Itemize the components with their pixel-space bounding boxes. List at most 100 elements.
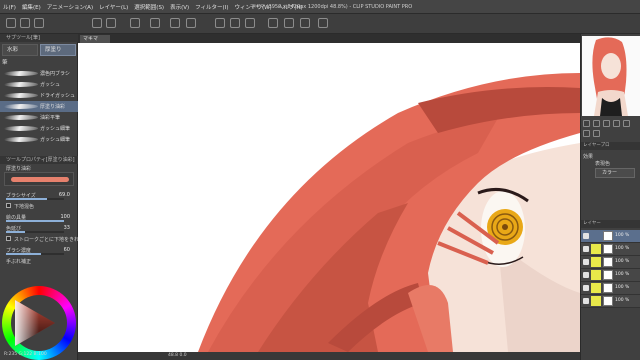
property-label: 手ぶれ補正 [6,259,32,265]
flip-h-icon[interactable] [583,130,590,137]
menu-item[interactable]: アニメーション(A) [44,3,96,11]
layer-name: 100 % [615,233,630,238]
actual-size-icon[interactable] [613,120,620,127]
window-title: マキマ (3950 x 6420px 1200dpi 48.8%) - CLIP… [250,4,413,10]
property-row[interactable]: ストロークごとに下地をきれいにする [0,234,99,245]
navigator-thumbnail[interactable] [582,36,640,116]
brush-item[interactable]: ドライガッシュ [0,90,78,101]
property-slider[interactable] [6,231,64,233]
eye-icon[interactable] [583,298,589,304]
brush-stroke-icon [3,115,39,120]
property-slider[interactable] [6,220,64,222]
special-ruler-snap-icon[interactable] [284,18,294,28]
fill-icon[interactable] [170,18,180,28]
open-file-icon[interactable] [20,18,30,28]
drawing-canvas[interactable] [78,43,580,352]
layer-thumbnail [603,270,613,280]
tab-thick-paint[interactable]: 厚塗り [40,44,76,56]
menu-item[interactable]: 表示(V) [167,3,192,11]
property-row[interactable]: 手ぶれ補正 [0,256,78,267]
deselect-icon[interactable] [230,18,240,28]
rotate-icon[interactable] [623,120,630,127]
left-panel: サブツール[筆] 水彩 厚塗り 筆 濃色円ブラシ ガッシュ ドライガッシュ厚塗り油彩… [0,34,99,360]
layer-row[interactable]: 100 % [581,269,640,282]
layer-row[interactable]: 100 % [581,295,640,308]
property-row[interactable]: 下地混色 [0,201,78,212]
ruler-snap-icon[interactable] [268,18,278,28]
brush-item[interactable]: 油彩平筆 [0,112,78,123]
menu-item[interactable]: 編集(E) [19,3,44,11]
eye-icon[interactable] [583,285,589,291]
brush-label: 油彩平筆 [40,115,61,121]
eye-icon[interactable] [583,272,589,278]
brush-stroke-icon [3,71,39,76]
layer-thumbnail [603,244,613,254]
property-slider[interactable] [6,253,64,255]
brush-item[interactable]: 濃色円ブラシ [0,68,78,79]
artwork [198,73,580,352]
property-row[interactable]: ブラシサイズ 69.0 [0,190,78,201]
status-bar: 48.8 0.0 [78,352,580,360]
property-checkbox[interactable] [6,203,11,208]
property-row[interactable]: 色延び 33 [0,223,78,234]
save-icon[interactable] [34,18,44,28]
eye-icon[interactable] [583,259,589,265]
tab-watercolor[interactable]: 水彩 [2,44,38,56]
layer-name: 100 % [615,272,630,277]
new-file-icon[interactable] [6,18,16,28]
zoom-in-icon[interactable] [593,120,600,127]
layer-row[interactable]: 100 % [581,243,640,256]
brush-label: ガッシュ細筆 [40,126,71,132]
eye-pupil [502,224,508,230]
invert-selection-icon[interactable] [245,18,255,28]
sub-tool-header: サブツール[筆] [0,34,78,42]
property-slider[interactable] [6,198,64,200]
brush-label: 厚塗り油彩 [40,104,66,110]
canvas-tab[interactable]: マキマ [80,35,110,43]
expression-color-label: 表現色 [595,161,611,167]
fit-icon[interactable] [603,120,610,127]
eye-icon[interactable] [583,246,589,252]
layer-thumbnail [603,231,613,241]
menu-item[interactable]: ル(F) [0,3,19,11]
expression-color-select[interactable]: カラー [595,168,635,178]
zoom-out-icon[interactable] [583,120,590,127]
clear-icon[interactable] [130,18,140,28]
brush-item[interactable]: ガッシュ細筆 [0,134,78,145]
layer-list: 100 % 100 % 100 % 100 % 100 % 100 % [581,230,640,308]
property-value: 60 [63,247,70,253]
brush-label: ガッシュ細筆 [40,137,71,143]
brush-item[interactable]: 厚塗り油彩 [0,101,78,112]
property-checkbox[interactable] [6,236,11,241]
brush-item[interactable]: ガッシュ細筆 [0,123,78,134]
layer-row[interactable]: 100 % [581,282,640,295]
menu-item[interactable]: レイヤー(L) [96,3,131,11]
layer-name: 100 % [615,285,630,290]
grid-snap-icon[interactable] [300,18,310,28]
smartphone-icon[interactable] [318,18,328,28]
redo-icon[interactable] [106,18,116,28]
brush-stroke-preview [11,177,69,182]
property-row[interactable]: ブラシ濃度 60 [0,245,78,256]
navigator-art [592,37,628,116]
layer-header[interactable]: レイヤー [581,220,640,228]
snap-icon[interactable] [186,18,196,28]
layer-color-icon [591,270,601,280]
layer-row[interactable]: 100 % [581,256,640,269]
brush-item[interactable]: ガッシュ [0,79,78,90]
layer-property-tab[interactable]: レイヤープロ [581,142,640,150]
menu-item[interactable]: 選択範囲(S) [131,3,167,11]
eye-icon[interactable] [583,233,589,239]
property-row[interactable]: 絵の具量 100 [0,212,78,223]
layer-color-icon [591,296,601,306]
menu-item[interactable]: フィルター(I) [192,3,231,11]
brush-stroke-icon [3,104,39,109]
layer-row[interactable]: 100 % [581,230,640,243]
flip-v-icon[interactable] [593,130,600,137]
brush-category-label: 筆 [2,60,8,66]
select-all-icon[interactable] [215,18,225,28]
brush-stroke-icon [3,137,39,142]
undo-icon[interactable] [92,18,102,28]
transform-icon[interactable] [150,18,160,28]
color-wheel[interactable] [2,286,76,360]
